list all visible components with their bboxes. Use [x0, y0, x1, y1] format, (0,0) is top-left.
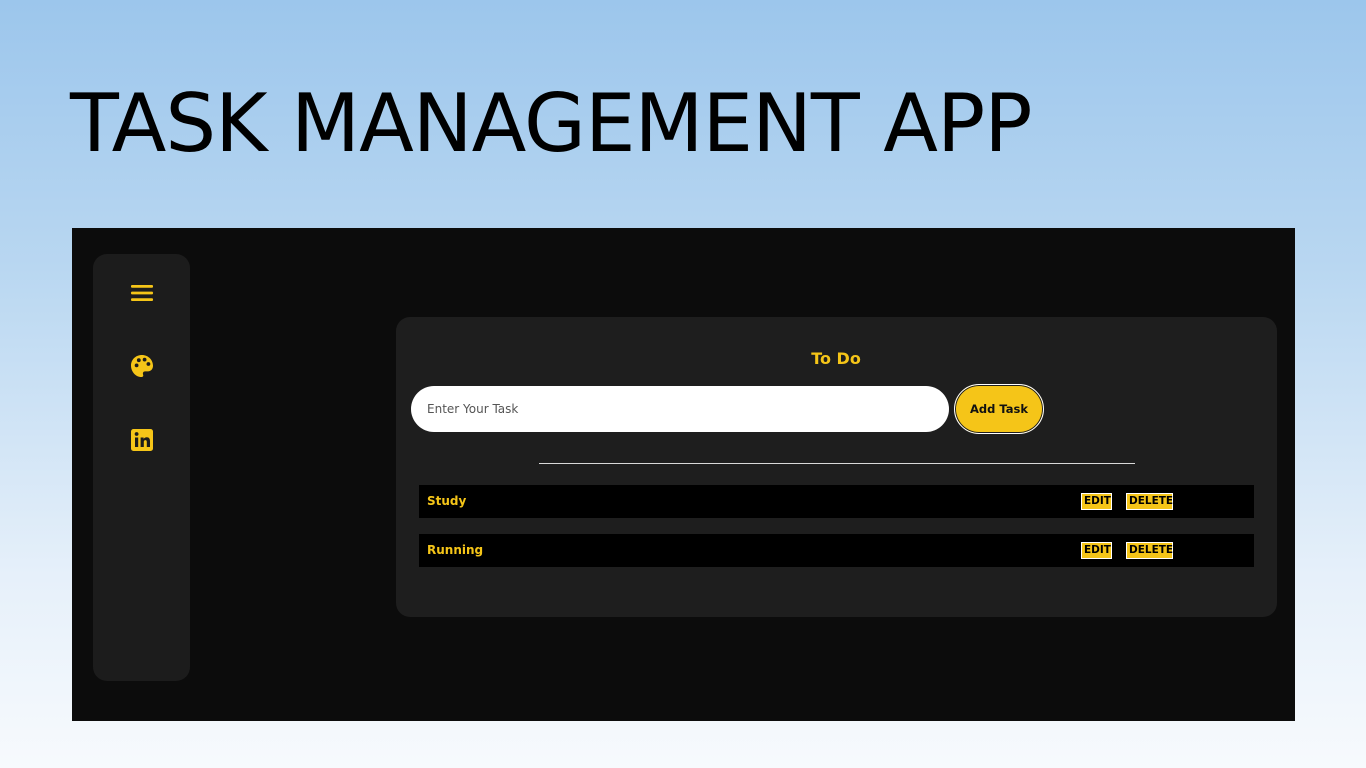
app-window: To Do Add Task Study EDIT DELETE Running… — [72, 228, 1295, 721]
menu-icon[interactable] — [129, 280, 155, 306]
sidebar — [93, 254, 190, 681]
todo-panel: To Do Add Task Study EDIT DELETE Running… — [396, 317, 1277, 617]
delete-button[interactable]: DELETE — [1126, 493, 1173, 510]
delete-button[interactable]: DELETE — [1126, 542, 1173, 559]
page-title: TASK MANAGEMENT APP — [70, 77, 1032, 170]
add-task-button[interactable]: Add Task — [954, 384, 1044, 434]
task-list: Study EDIT DELETE Running EDIT DELETE — [419, 485, 1254, 583]
todo-heading: To Do — [811, 349, 861, 368]
task-row: Running EDIT DELETE — [419, 534, 1254, 567]
palette-icon[interactable] — [129, 353, 155, 379]
edit-button[interactable]: EDIT — [1081, 493, 1112, 510]
task-input[interactable] — [411, 386, 949, 432]
task-name: Study — [427, 494, 467, 508]
edit-button[interactable]: EDIT — [1081, 542, 1112, 559]
linkedin-icon[interactable] — [129, 427, 155, 453]
task-row: Study EDIT DELETE — [419, 485, 1254, 518]
divider — [539, 463, 1135, 464]
task-name: Running — [427, 543, 484, 557]
